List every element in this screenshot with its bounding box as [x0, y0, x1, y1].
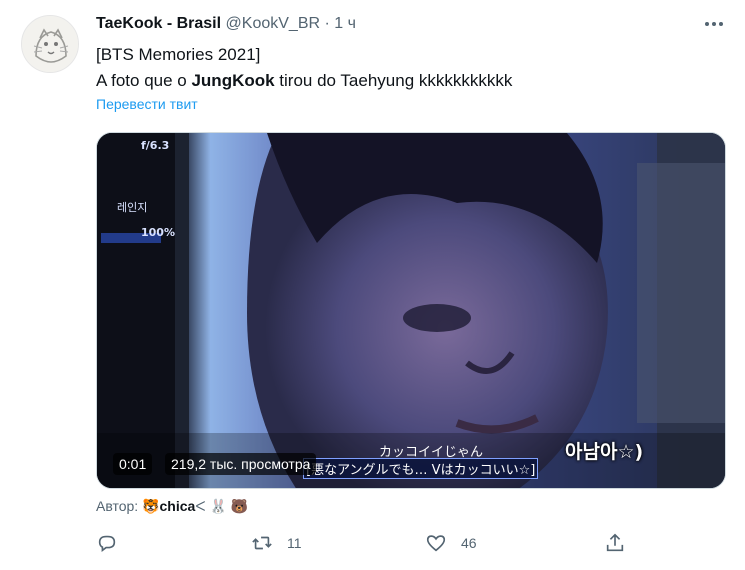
reply-button[interactable]	[96, 532, 132, 554]
korean-caption: 아남아☆)	[565, 441, 644, 463]
timestamp[interactable]: 1 ч	[334, 15, 356, 32]
more-icon[interactable]	[704, 16, 724, 32]
display-name[interactable]: TaeKook - Brasil	[96, 15, 221, 32]
camera-mode: 레인지	[117, 201, 148, 214]
translate-link[interactable]: Перевести твит	[96, 96, 198, 112]
bear-emoji: 🐻	[230, 498, 249, 514]
media-attribution: Автор: 🐯chicaᐸ 🐰 🐻	[96, 498, 248, 515]
tiger-emoji: 🐯	[142, 498, 160, 514]
avatar-image	[22, 16, 78, 72]
mention-jungkook: JungKook	[191, 71, 275, 90]
share-button[interactable]	[604, 532, 626, 554]
action-bar: 11 46	[0, 532, 745, 556]
attribution-label: Автор:	[96, 498, 139, 514]
retweet-icon	[252, 536, 272, 550]
video-frame	[97, 133, 725, 488]
camera-zoom: 100%	[141, 226, 175, 239]
video-player[interactable]: f/6.3 레인지 100% 아남아☆) カッコイイじゃん [悪なアングルでも……	[96, 132, 726, 489]
japanese-caption-2: [悪なアングルでも… Vはカッコいい☆]	[303, 458, 539, 479]
retweet-button[interactable]: 11	[251, 532, 302, 554]
avatar[interactable]	[21, 15, 79, 73]
tweet-header: TaeKook - Brasil @KookV_BR · 1 ч	[96, 15, 356, 33]
like-count: 46	[461, 535, 477, 551]
like-icon	[426, 535, 446, 552]
separator-dot: ·	[324, 15, 330, 32]
video-views: 219,2 тыс. просмотра	[165, 453, 317, 475]
tweet-line-2: A foto que o JungKook tirou do Taehyung …	[96, 71, 513, 90]
share-icon	[606, 533, 624, 552]
tweet-text: [BTS Memories 2021] A foto que o JungKoo…	[96, 42, 512, 94]
camera-fstop: f/6.3	[141, 139, 170, 152]
reply-icon	[98, 535, 116, 552]
arrow-glyph: ᐸ	[195, 498, 206, 514]
rabbit-emoji: 🐰	[209, 498, 227, 514]
attribution-name[interactable]: chica	[160, 498, 196, 514]
user-handle[interactable]: @KookV_BR	[226, 15, 321, 32]
retweet-count: 11	[287, 535, 302, 551]
tweet-line-1: [BTS Memories 2021]	[96, 45, 261, 64]
like-button[interactable]: 46	[425, 532, 477, 554]
video-time: 0:01	[113, 453, 153, 475]
